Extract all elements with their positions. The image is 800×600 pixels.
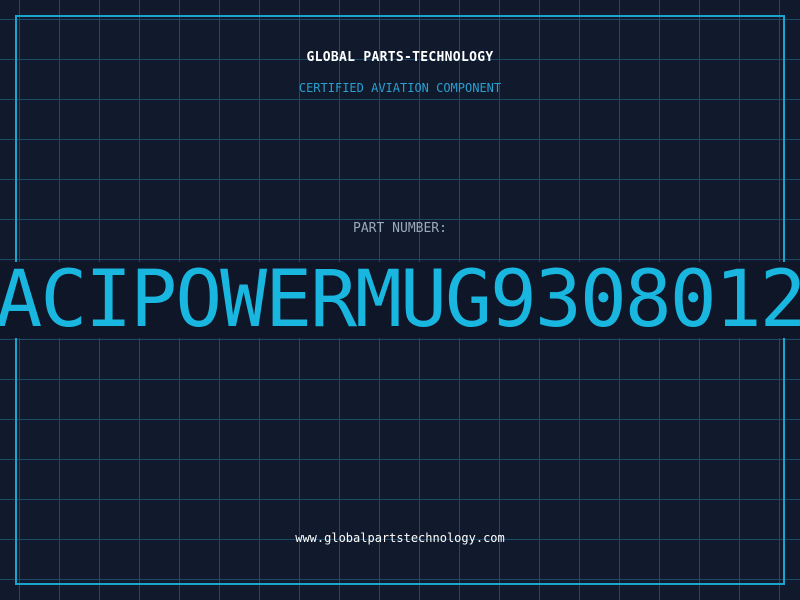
certification-subtitle: CERTIFIED AVIATION COMPONENT <box>298 81 502 95</box>
company-name: GLOBAL PARTS-TECHNOLOGY <box>306 50 494 65</box>
part-label-page: GLOBAL PARTS-TECHNOLOGY CERTIFIED AVIATI… <box>0 0 800 600</box>
part-number-label: PART NUMBER: <box>353 221 447 236</box>
part-number-band: ACIPOWERMUG9308012 <box>0 262 800 338</box>
part-number-value: ACIPOWERMUG9308012 <box>0 262 800 338</box>
website-url: www.globalpartstechnology.com <box>295 531 505 545</box>
